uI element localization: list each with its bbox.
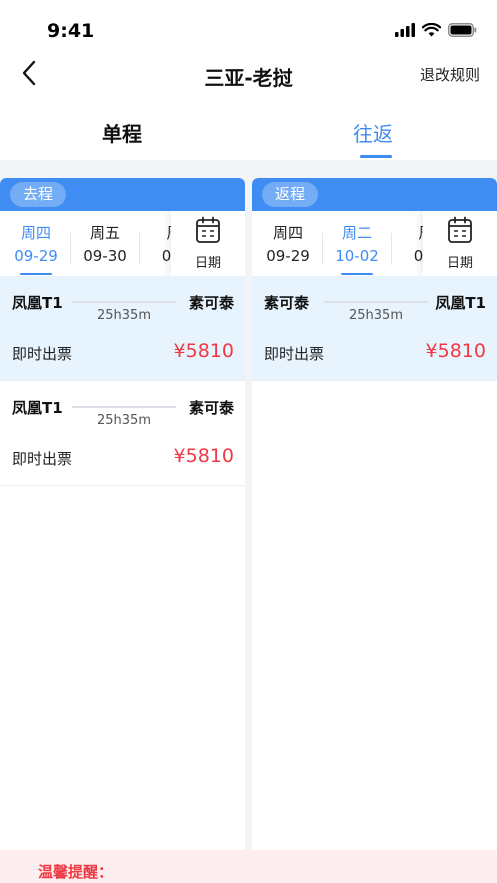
flight-duration: 25h35m <box>97 413 151 428</box>
calendar-icon <box>447 216 473 248</box>
return-header: 返程 <box>252 178 497 211</box>
tab-round-trip[interactable]: 往返 <box>353 118 393 147</box>
flight-destination: 素可泰 <box>188 294 234 312</box>
selected-date-indicator <box>20 273 52 275</box>
route-line <box>72 406 176 408</box>
date-divider <box>70 233 71 265</box>
active-tab-indicator <box>360 155 392 158</box>
return-label: 返程 <box>262 182 319 207</box>
date-value: 10-02 <box>335 247 379 265</box>
flight-price: ¥5810 <box>173 445 234 467</box>
date-value: 09-29 <box>266 247 310 265</box>
flight-destination: 凤凰T1 <box>435 294 486 312</box>
date-divider <box>391 233 392 265</box>
date-item[interactable]: 周四 09-29 <box>255 223 321 269</box>
route-line <box>72 301 176 303</box>
status-time: 9:41 <box>47 20 95 42</box>
flight-card[interactable]: 凤凰T1 25h35m 素可泰 即时出票 ¥5810 <box>0 381 245 486</box>
return-calendar-button[interactable]: 日期 <box>423 211 497 276</box>
outbound-label: 去程 <box>10 182 67 207</box>
flight-origin: 凤凰T1 <box>12 294 63 312</box>
outbound-header: 去程 <box>0 178 245 211</box>
route-line <box>324 301 428 303</box>
selected-date-indicator <box>341 273 373 275</box>
date-weekday: 周五 <box>89 224 120 242</box>
date-weekday: 周四 <box>272 224 303 242</box>
date-value: 09-30 <box>83 247 127 265</box>
date-divider <box>139 233 140 265</box>
tips-title: 温馨提醒： <box>38 863 114 881</box>
refund-rules-link[interactable]: 退改规则 <box>420 64 480 85</box>
battery-icon <box>448 22 477 41</box>
flight-price: ¥5810 <box>173 340 234 362</box>
nav-bar: 三亚-老挝 退改规则 <box>0 50 497 100</box>
ticket-status: 即时出票 <box>12 345 73 363</box>
date-item[interactable]: 周四 09-29 <box>3 223 69 275</box>
tab-one-way[interactable]: 单程 <box>102 118 142 147</box>
flight-destination: 素可泰 <box>188 399 234 417</box>
calendar-icon <box>195 216 221 248</box>
tips-banner: 温馨提醒： <box>0 850 497 883</box>
outbound-column: 去程 周四 09-29 周五 09-30 周 09- <box>0 178 245 850</box>
flight-duration: 25h35m <box>97 308 151 323</box>
flight-origin: 凤凰T1 <box>12 399 63 417</box>
return-date-strip[interactable]: 周四 09-29 周二 10-02 周 09- <box>252 211 497 276</box>
signal-icon <box>395 22 415 41</box>
ticket-status: 即时出票 <box>12 450 73 468</box>
calendar-label: 日期 <box>446 256 473 271</box>
outbound-calendar-button[interactable]: 日期 <box>171 211 245 276</box>
status-bar: 9:41 <box>0 0 497 50</box>
flight-origin: 素可泰 <box>264 294 310 312</box>
date-value: 09-29 <box>14 247 58 265</box>
date-divider <box>322 233 323 265</box>
outbound-date-strip[interactable]: 周四 09-29 周五 09-30 周 09- <box>0 211 245 276</box>
wifi-icon <box>421 22 442 41</box>
trip-type-tabs: 单程 往返 <box>0 108 497 158</box>
flight-duration: 25h35m <box>349 308 403 323</box>
calendar-label: 日期 <box>194 256 221 271</box>
flight-card[interactable]: 素可泰 25h35m 凤凰T1 即时出票 ¥5810 <box>252 276 497 381</box>
date-item[interactable]: 周五 09-30 <box>72 223 138 269</box>
ticket-status: 即时出票 <box>264 345 325 363</box>
flight-content: 去程 周四 09-29 周五 09-30 周 09- <box>0 160 497 850</box>
date-item[interactable]: 周二 10-02 <box>324 223 390 275</box>
date-weekday: 周四 <box>20 224 51 242</box>
return-column: 返程 周四 09-29 周二 10-02 周 09- <box>252 178 497 850</box>
flight-card[interactable]: 凤凰T1 25h35m 素可泰 即时出票 ¥5810 <box>0 276 245 381</box>
date-weekday: 周二 <box>341 224 372 242</box>
flight-price: ¥5810 <box>425 340 486 362</box>
status-icons <box>395 22 477 41</box>
